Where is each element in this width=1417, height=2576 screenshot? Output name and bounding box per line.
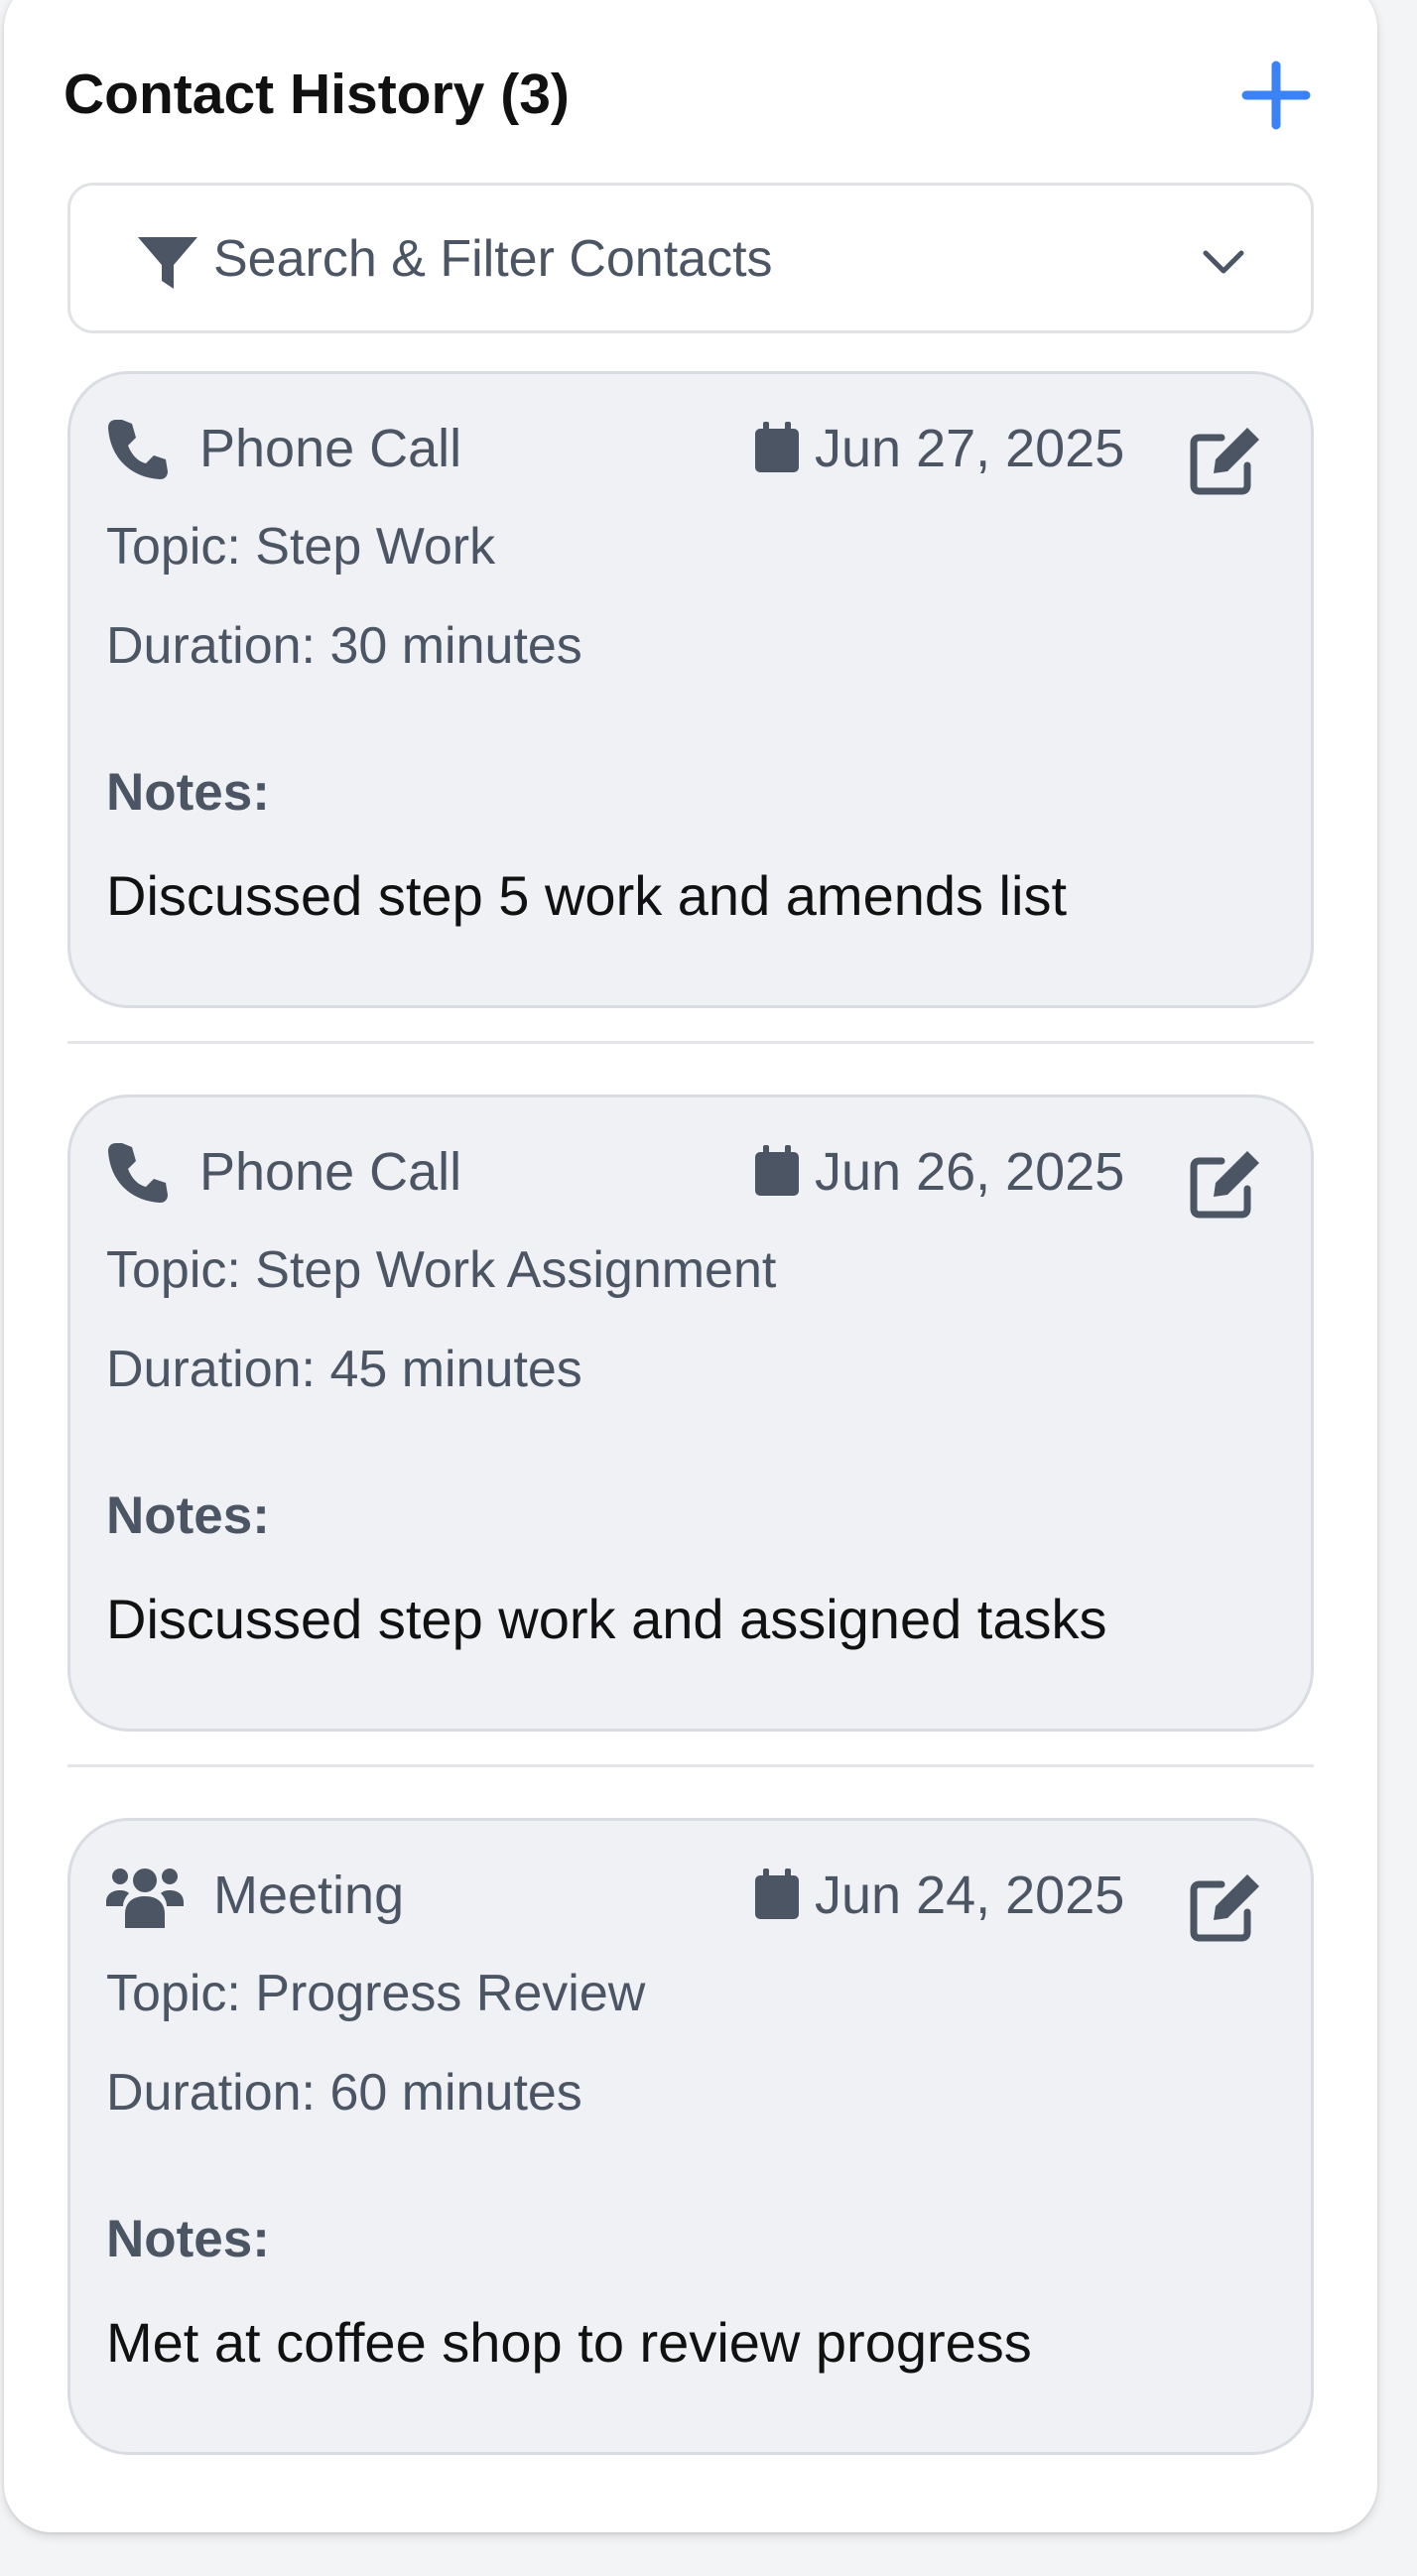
search-filter-label: Search & Filter Contacts [213,230,773,288]
contact-type: Phone Call [199,419,462,478]
contact-card: Phone Call Jun 27, 2025 Topic: Step Work… [67,371,1314,1008]
notes-label: Notes: [106,1486,270,1545]
notes-label: Notes: [106,2210,270,2268]
contact-duration: Duration: 45 minutes [106,1341,582,1398]
edit-icon[interactable] [1188,424,1263,497]
contact-notes: Met at coffee shop to review progress [106,2311,1032,2374]
contact-topic: Topic: Progress Review [106,1965,646,2022]
contact-type: Meeting [213,1866,405,1925]
contact-date: Jun 24, 2025 [815,1866,1125,1925]
contact-notes: Discussed step 5 work and amends list [106,864,1067,927]
edit-icon[interactable] [1188,1870,1263,1944]
contact-duration: Duration: 60 minutes [106,2064,582,2122]
divider [67,1041,1314,1044]
chevron-down-icon [1203,250,1244,274]
contact-topic: Topic: Step Work Assignment [106,1241,777,1299]
contact-date: Jun 26, 2025 [815,1142,1125,1202]
funnel-icon [138,237,197,289]
contact-type: Phone Call [199,1142,462,1202]
contact-notes: Discussed step work and assigned tasks [106,1588,1107,1650]
add-contact-button[interactable] [1236,56,1316,135]
divider [67,1764,1314,1767]
calendar-icon [755,1145,799,1196]
contact-duration: Duration: 30 minutes [106,617,582,675]
contact-card: Meeting Jun 24, 2025 Topic: Progress Rev… [67,1818,1314,2455]
contact-date: Jun 27, 2025 [815,419,1125,478]
phone-icon [108,420,168,479]
calendar-icon [755,1868,799,1919]
plus-icon [1241,61,1311,130]
notes-label: Notes: [106,763,270,822]
contact-card: Phone Call Jun 26, 2025 Topic: Step Work… [67,1095,1314,1732]
phone-icon [108,1143,168,1203]
panel-title: Contact History (3) [64,63,570,126]
users-icon [106,1868,184,1928]
contact-topic: Topic: Step Work [106,518,496,576]
contact-history-header: Contact History (3) [64,42,1316,149]
search-filter-toggle[interactable]: Search & Filter Contacts [67,183,1314,333]
edit-icon[interactable] [1188,1147,1263,1221]
calendar-icon [755,422,799,472]
